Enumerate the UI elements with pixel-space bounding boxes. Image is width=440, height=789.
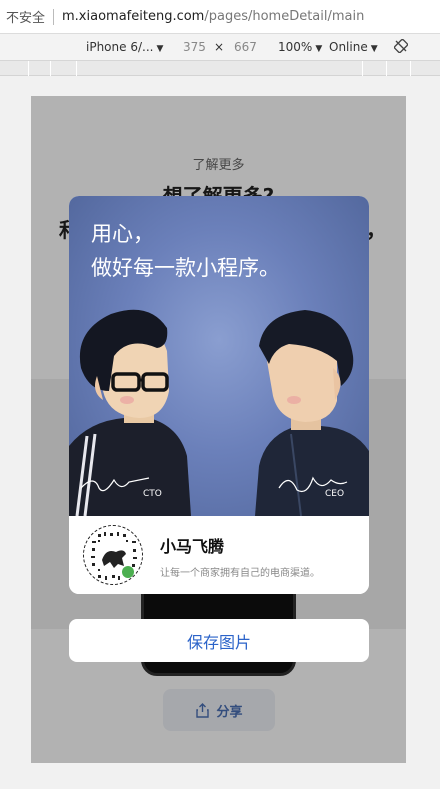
security-indicator[interactable]: 不安全: [0, 7, 45, 26]
app-name: 小马飞腾: [160, 537, 225, 556]
cto-portrait: [69, 309, 191, 516]
url-field[interactable]: m.xiaomafeiteng.com/pages/homeDetail/mai…: [62, 9, 364, 24]
url-host: m.xiaomafeiteng.com: [62, 9, 205, 24]
device-select-label: iPhone 6/...: [86, 40, 154, 54]
divider: [53, 8, 55, 25]
poster-footer: 小马飞腾 让每一个商家拥有自己的电商渠道。: [69, 516, 369, 594]
zoom-select-label: 100%: [278, 40, 313, 54]
throttle-select[interactable]: Online ▼: [329, 40, 378, 54]
caret-down-icon: ▼: [370, 44, 378, 54]
founders-illustration: [69, 309, 369, 516]
dimension-separator: ×: [214, 40, 225, 54]
browser-address-bar: 不安全 m.xiaomafeiteng.com/pages/homeDetail…: [0, 0, 440, 34]
poster-illustration: 用心， 做好每一款小程序。 CTO CEO: [69, 196, 369, 516]
caret-down-icon: ▼: [315, 44, 323, 54]
ceo-portrait: [255, 310, 369, 516]
cto-role-label: CTO: [143, 489, 162, 499]
app-description: 让每一个商家拥有自己的电商渠道。: [160, 568, 320, 579]
device-select[interactable]: iPhone 6/... ▼: [86, 40, 163, 54]
zoom-select[interactable]: 100% ▼: [278, 40, 322, 54]
share-poster: 用心， 做好每一款小程序。 CTO CEO 小马飞腾 让每一个商家拥有自己的电商…: [69, 196, 369, 594]
rotate-icon[interactable]: [393, 38, 409, 56]
throttle-select-label: Online: [329, 40, 368, 54]
mini-program-code: [83, 525, 143, 585]
media-query-ruler: [0, 61, 440, 76]
viewport-height-input[interactable]: 667: [234, 40, 257, 54]
device-toolbar: iPhone 6/... ▼ 375 × 667 100% ▼ Online ▼: [0, 34, 440, 61]
save-image-button[interactable]: 保存图片: [69, 619, 369, 662]
url-path: /pages/homeDetail/main: [204, 9, 365, 24]
viewport-width-input[interactable]: 375: [183, 40, 206, 54]
caret-down-icon: ▼: [156, 44, 164, 54]
ceo-role-label: CEO: [325, 489, 345, 499]
